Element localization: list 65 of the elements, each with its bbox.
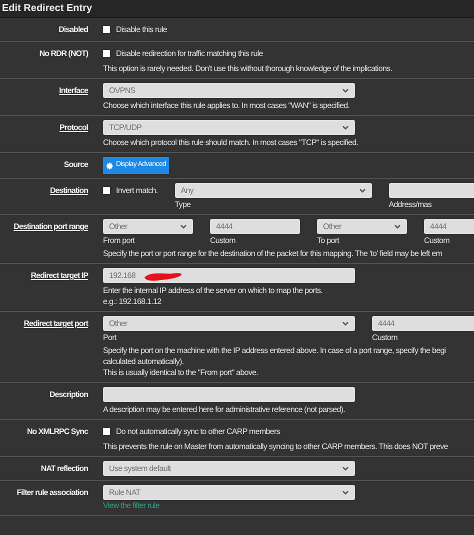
help-text: This prevents the rule on Master from automatically syncing to other CARP members. This does NOT preve (103, 441, 448, 452)
help-text: Choose which interface this rule applies to. In most cases "WAN" is specified. (103, 100, 351, 111)
field-caption: To port (317, 235, 340, 246)
input-field[interactable]: 192.168 (103, 268, 355, 283)
checkbox-label: Do not automatically sync to other CARP members (116, 426, 280, 438)
field-label[interactable]: Protocol (60, 122, 88, 148)
help-text: Enter the internal IP address of the server on which to map the ports. (103, 285, 324, 296)
field-label: No XMLRPC Sync (26, 426, 88, 438)
select-field[interactable]: Other (103, 219, 193, 234)
chevron-down-icon (342, 88, 349, 93)
checkbox[interactable] (103, 187, 110, 194)
checkbox[interactable] (103, 428, 110, 435)
field-label: Description (49, 389, 88, 401)
field-caption: From port (103, 235, 136, 246)
field-label[interactable]: Interface (59, 85, 88, 111)
select-field[interactable]: Use system default (103, 461, 355, 476)
help-text: This option is rarely needed. Don't use this without thorough knowledge of the implications. (103, 63, 392, 74)
input-field[interactable]: 4444 (210, 219, 300, 234)
select-field[interactable]: OVPNS (103, 83, 355, 98)
help-text: This is usually identical to the "From port" above. (103, 367, 260, 378)
field-label: Source (64, 159, 88, 171)
help-text: Specify the port on the machine with the IP address entered above. In case of a port range, specify the begi (103, 345, 447, 356)
input-field[interactable] (103, 387, 355, 402)
chevron-down-icon (342, 321, 349, 326)
field-caption: Custom (372, 332, 398, 343)
field-label: NAT reflection (40, 463, 88, 475)
field-caption: Address/mas (388, 199, 433, 210)
field-label[interactable]: Destination (50, 185, 88, 210)
chevron-down-icon (342, 125, 349, 130)
help-text: A description may be entered here for administrative reference (not parsed). (103, 404, 346, 415)
field-caption: Port (103, 332, 118, 343)
filter-rule-link[interactable]: View the filter rule (103, 501, 355, 511)
checkbox-label: Invert match. (116, 184, 158, 196)
select-field[interactable]: Rule NAT (103, 485, 355, 500)
chevron-down-icon (180, 224, 187, 229)
field-caption: Custom (424, 235, 450, 246)
field-label: Filter rule association (16, 487, 88, 499)
select-field[interactable]: Other (317, 219, 407, 234)
select-field[interactable]: TCP/UDP (103, 120, 355, 135)
chevron-down-icon (342, 466, 349, 471)
panel-title: Edit Redirect Entry (2, 2, 92, 16)
checkbox-label: Disable redirection for traffic matching this rule (116, 48, 263, 60)
field-label: No RDR (NOT) (39, 48, 88, 60)
input-field[interactable]: 4444 (372, 316, 474, 331)
field-caption: Type (174, 199, 192, 210)
field-label[interactable]: Redirect target IP (30, 270, 88, 307)
help-text: Specify the port or port range for the destination of the packet for this mapping. The 'to' field may be left em (103, 248, 444, 259)
field-label[interactable]: Redirect target port (24, 318, 88, 378)
checkbox-label: Disable this rule (116, 24, 167, 36)
field-label: Disabled (58, 24, 88, 36)
chevron-down-icon (358, 188, 366, 193)
checkbox[interactable] (103, 50, 110, 57)
chevron-down-icon (342, 490, 349, 495)
field-caption: Custom (210, 235, 236, 246)
help-text: Choose which protocol this rule should match. In most cases "TCP" is specified. (103, 137, 358, 148)
field-label[interactable]: Destination port range (14, 221, 88, 259)
chevron-down-icon (394, 224, 401, 229)
input-field[interactable] (388, 183, 474, 198)
checkbox[interactable] (103, 26, 110, 33)
select-field[interactable]: Other (103, 316, 355, 331)
help-text: e.g.: 192.168.1.12 (103, 296, 162, 307)
select-field[interactable]: Any (174, 183, 372, 198)
help-text: calculated automatically). (103, 356, 185, 367)
gear-icon (106, 162, 114, 170)
input-field[interactable]: 4444 (424, 219, 474, 234)
